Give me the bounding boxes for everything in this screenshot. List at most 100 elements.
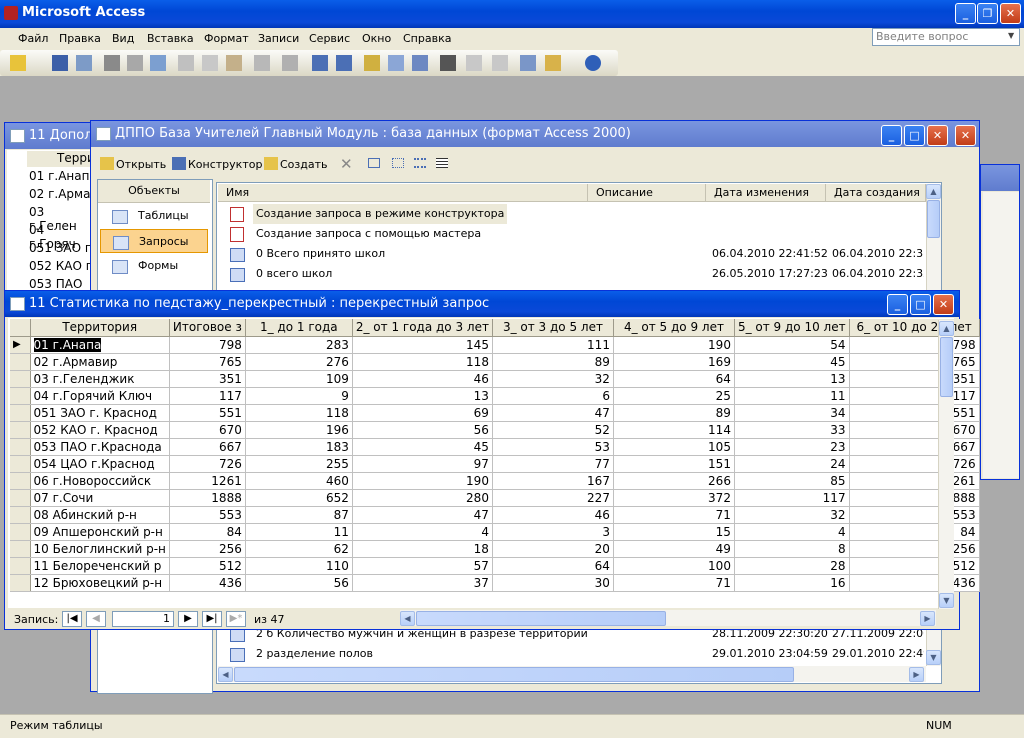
list-scroll-left[interactable]: ◀ xyxy=(218,667,233,682)
row-selector[interactable] xyxy=(10,404,31,422)
value-cell[interactable]: 64 xyxy=(492,557,614,575)
find-icon[interactable] xyxy=(440,55,456,71)
value-cell[interactable]: 30 xyxy=(492,574,614,592)
value-cell[interactable]: 89 xyxy=(492,353,614,371)
value-cell[interactable]: 46 xyxy=(352,370,493,388)
value-cell[interactable]: 765 xyxy=(849,353,980,371)
list-item[interactable]: Создание запроса в режиме конструктора xyxy=(224,204,924,224)
value-cell[interactable]: 6 xyxy=(492,387,614,405)
value-cell[interactable]: 553 xyxy=(849,506,980,524)
column-header[interactable]: Территория xyxy=(30,319,170,337)
value-cell[interactable]: 670 xyxy=(849,421,980,439)
value-cell[interactable]: 351 xyxy=(849,370,980,388)
value-cell[interactable]: 28 xyxy=(734,557,850,575)
menu-tools[interactable]: Сервис xyxy=(309,32,350,45)
territory-cell[interactable]: 07 г.Сочи xyxy=(30,489,170,507)
row-selector[interactable] xyxy=(10,421,31,439)
value-cell[interactable]: 54 xyxy=(734,336,850,354)
value-cell[interactable]: 52 xyxy=(492,421,614,439)
db-close-button[interactable]: ✕ xyxy=(927,125,948,146)
delete-icon[interactable]: ✕ xyxy=(340,155,353,173)
value-cell[interactable]: 62 xyxy=(245,540,353,558)
table-row[interactable]: 054 ЦАО г.Краснод 726 255 97 77 151 24 726 xyxy=(10,455,980,473)
filter-by-selection-icon[interactable] xyxy=(364,55,380,71)
db-minimize-button[interactable]: _ xyxy=(881,125,902,146)
table-row[interactable]: 10 Белоглинский р-н 256 62 18 20 49 8 256 xyxy=(10,540,980,558)
datasheet-grid[interactable]: Территория Итоговое з 1_ до 1 года 2_ от… xyxy=(10,319,980,592)
filter-by-form-icon[interactable] xyxy=(388,55,404,71)
view-icon[interactable] xyxy=(10,55,26,71)
menu-insert[interactable]: Вставка xyxy=(147,32,194,45)
sheet-scroll-left[interactable]: ◀ xyxy=(400,611,415,626)
column-header[interactable]: 2_ от 1 года до 3 лет xyxy=(352,319,493,337)
row-selector[interactable] xyxy=(10,557,31,575)
value-cell[interactable]: 117 xyxy=(169,387,246,405)
value-cell[interactable]: 11 xyxy=(734,387,850,405)
menu-file[interactable]: Файл xyxy=(18,32,48,45)
print-icon[interactable] xyxy=(104,55,120,71)
value-cell[interactable]: 726 xyxy=(849,455,980,473)
paste-icon[interactable] xyxy=(226,55,242,71)
value-cell[interactable]: 190 xyxy=(352,472,493,490)
value-cell[interactable]: 20 xyxy=(492,540,614,558)
value-cell[interactable]: 266 xyxy=(613,472,735,490)
db-maximize-button[interactable]: □ xyxy=(904,125,925,146)
value-cell[interactable]: 9 xyxy=(245,387,353,405)
row-selector[interactable] xyxy=(10,370,31,388)
value-cell[interactable]: 436 xyxy=(169,574,246,592)
value-cell[interactable]: 670 xyxy=(169,421,246,439)
table-row[interactable]: 11 Белореченский р 512 110 57 64 100 28 512 xyxy=(10,557,980,575)
row-selector[interactable] xyxy=(10,455,31,473)
value-cell[interactable]: 84 xyxy=(849,523,980,541)
list-view-icon[interactable] xyxy=(414,158,426,168)
value-cell[interactable]: 765 xyxy=(169,353,246,371)
table-row[interactable]: 052 КАО г. Краснод 670 196 56 52 114 33 670 xyxy=(10,421,980,439)
table-row[interactable]: 08 Абинский р-н 553 87 47 46 71 32 553 xyxy=(10,506,980,524)
menu-window[interactable]: Окно xyxy=(362,32,391,45)
value-cell[interactable]: 798 xyxy=(849,336,980,354)
territory-cell[interactable]: 12 Брюховецкий р-н xyxy=(30,574,170,592)
value-cell[interactable]: 183 xyxy=(245,438,353,456)
copy-icon[interactable] xyxy=(202,55,218,71)
cut-icon[interactable] xyxy=(178,55,194,71)
value-cell[interactable]: 167 xyxy=(492,472,614,490)
value-cell[interactable]: 110 xyxy=(245,557,353,575)
value-cell[interactable]: 71 xyxy=(613,506,735,524)
sheet-maximize-button[interactable]: □ xyxy=(910,294,931,315)
row-selector[interactable] xyxy=(10,472,31,490)
row-selector[interactable] xyxy=(10,523,31,541)
value-cell[interactable]: 283 xyxy=(245,336,353,354)
list-scroll-thumb[interactable] xyxy=(927,200,940,238)
value-cell[interactable]: 11 xyxy=(245,523,353,541)
objects-tables[interactable]: Таблицы xyxy=(100,204,208,228)
row-selector[interactable] xyxy=(10,489,31,507)
delete-record-icon[interactable] xyxy=(492,55,508,71)
value-cell[interactable]: 726 xyxy=(169,455,246,473)
table-row[interactable]: 09 Апшеронский р-н 84 11 4 3 15 4 84 xyxy=(10,523,980,541)
value-cell[interactable]: 169 xyxy=(613,353,735,371)
value-cell[interactable]: 151 xyxy=(613,455,735,473)
value-cell[interactable]: 117 xyxy=(849,387,980,405)
value-cell[interactable]: 45 xyxy=(734,353,850,371)
current-record-input[interactable]: 1 xyxy=(112,611,174,627)
value-cell[interactable]: 32 xyxy=(734,506,850,524)
territory-cell[interactable]: 10 Белоглинский р-н xyxy=(30,540,170,558)
first-record-button[interactable]: |◀ xyxy=(62,611,82,627)
value-cell[interactable]: 32 xyxy=(492,370,614,388)
prev-record-button[interactable]: ◀ xyxy=(86,611,106,627)
row-selector[interactable] xyxy=(10,353,31,371)
value-cell[interactable]: 8 xyxy=(734,540,850,558)
objects-queries[interactable]: Запросы xyxy=(100,229,208,253)
sheet-scroll-down[interactable]: ▼ xyxy=(939,593,954,608)
sheet-scroll-right[interactable]: ▶ xyxy=(920,611,935,626)
value-cell[interactable]: 77 xyxy=(492,455,614,473)
value-cell[interactable]: 1261 xyxy=(169,472,246,490)
sort-ascending-icon[interactable] xyxy=(312,55,328,71)
territory-cell[interactable]: 01 г.Анапа xyxy=(30,336,170,354)
new-record-nav-button[interactable]: ▶* xyxy=(226,611,246,627)
column-header[interactable]: 4_ от 5 до 9 лет xyxy=(613,319,735,337)
column-header[interactable]: Итоговое з xyxy=(169,319,246,337)
table-row[interactable]: ▶ 01 г.Анапа 798 283 145 111 190 54 798 xyxy=(10,336,980,354)
value-cell[interactable]: 16 xyxy=(734,574,850,592)
column-description[interactable]: Описание xyxy=(588,184,706,202)
